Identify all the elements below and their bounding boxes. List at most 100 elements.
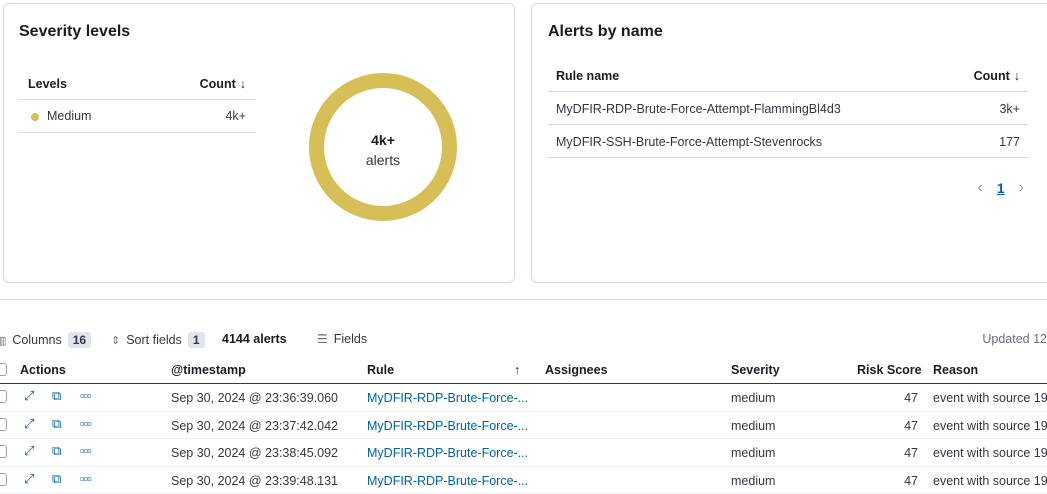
risk-score-cell: 47 bbox=[902, 446, 918, 460]
grid-header-row: Actions @timestamp Rule ↑ Assignees Seve… bbox=[0, 358, 1047, 384]
expand-icon[interactable]: ⤢ bbox=[24, 416, 34, 432]
severity-cell: medium bbox=[731, 474, 775, 488]
columns-count-badge: 16 bbox=[68, 332, 91, 348]
timestamp-cell: Sep 30, 2024 @ 23:37:42.042 bbox=[171, 419, 338, 433]
page-1-link[interactable]: 1 bbox=[997, 180, 1005, 196]
rule-row[interactable]: MyDFIR-RDP-Brute-Force-Attempt-FlammingB… bbox=[548, 92, 1028, 125]
risk-score-cell: 47 bbox=[902, 474, 918, 488]
fields-icon: ☰ bbox=[317, 332, 328, 346]
medium-severity-dot-icon bbox=[31, 113, 39, 121]
rule-link[interactable]: MyDFIR-RDP-Brute-Force-... bbox=[367, 391, 528, 405]
sort-icon: ⇕ bbox=[111, 334, 120, 347]
reason-column-header[interactable]: Reason bbox=[933, 363, 978, 377]
alerts-by-name-panel: Alerts by name Rule name Count ↓ MyDFIR-R… bbox=[531, 3, 1047, 283]
severity-table: Levels Count ↓ Medium 4k+ bbox=[18, 66, 256, 133]
donut-total-value: 4k+ bbox=[324, 132, 442, 148]
severity-count-value: 4k+ bbox=[225, 109, 246, 123]
assignees-column-header[interactable]: Assignees bbox=[545, 363, 608, 377]
donut-total-label: alerts bbox=[324, 152, 442, 168]
chevron-right-icon[interactable]: › bbox=[1019, 179, 1024, 197]
rule-name-column-header[interactable]: Rule name bbox=[556, 69, 619, 83]
risk-score-cell: 47 bbox=[902, 419, 918, 433]
sort-fields-button[interactable]: ⇕ Sort fields 1 bbox=[111, 332, 205, 348]
count-header-label: Count bbox=[200, 77, 236, 91]
table-row[interactable]: ⤢ ⧉ ▫▫▫ Sep 30, 2024 @ 23:36:39.060 MyDF… bbox=[0, 384, 1047, 412]
levels-column-header[interactable]: Levels bbox=[28, 77, 67, 91]
section-divider bbox=[0, 299, 1047, 300]
rule-count-cell: 3k+ bbox=[999, 102, 1020, 116]
rule-count-column-header[interactable]: Count ↓ bbox=[974, 69, 1020, 83]
updated-timestamp: Updated 12 bbox=[982, 332, 1047, 346]
select-all-checkbox[interactable] bbox=[0, 363, 7, 376]
severity-level-label: Medium bbox=[47, 109, 91, 123]
severity-cell: medium bbox=[731, 446, 775, 460]
rule-name-cell: MyDFIR-SSH-Brute-Force-Attempt-Stevenroc… bbox=[556, 135, 822, 149]
sort-up-icon[interactable]: ↑ bbox=[514, 363, 520, 377]
reason-cell: event with source 19 bbox=[933, 419, 1047, 433]
reason-cell: event with source 19 bbox=[933, 391, 1047, 405]
columns-button[interactable]: ▥ Columns 16 bbox=[0, 332, 91, 348]
table-row[interactable]: ⤢ ⧉ ▫▫▫ Sep 30, 2024 @ 23:38:45.092 MyDF… bbox=[0, 439, 1047, 467]
alerts-by-name-title: Alerts by name bbox=[548, 23, 663, 41]
analyze-tree-icon[interactable]: ⧉ bbox=[52, 471, 61, 487]
alerts-grid: Actions @timestamp Rule ↑ Assignees Seve… bbox=[0, 358, 1047, 494]
alerts-by-name-table: Rule name Count ↓ MyDFIR-RDP-Brute-Force-… bbox=[548, 56, 1028, 158]
alerts-count: 4144 alerts bbox=[222, 332, 287, 346]
severity-row-medium[interactable]: Medium 4k+ bbox=[18, 100, 256, 133]
expand-icon[interactable]: ⤢ bbox=[24, 443, 34, 459]
rule-name-cell: MyDFIR-RDP-Brute-Force-Attempt-FlammingB… bbox=[556, 102, 841, 116]
table-row[interactable]: ⤢ ⧉ ▫▫▫ Sep 30, 2024 @ 23:37:42.042 MyDF… bbox=[0, 412, 1047, 440]
rule-count-header-label: Count bbox=[974, 69, 1010, 83]
alerts-count-label: 4144 alerts bbox=[222, 332, 287, 346]
severity-donut-chart[interactable]: 4k+ alerts bbox=[309, 73, 457, 221]
analyze-tree-icon[interactable]: ⧉ bbox=[52, 416, 61, 432]
row-checkbox[interactable] bbox=[0, 473, 7, 486]
timestamp-cell: Sep 30, 2024 @ 23:38:45.092 bbox=[171, 446, 338, 460]
reason-cell: event with source 19 bbox=[933, 474, 1047, 488]
actions-column-header: Actions bbox=[20, 363, 66, 377]
count-column-header[interactable]: Count ↓ bbox=[200, 77, 246, 91]
rule-row[interactable]: MyDFIR-SSH-Brute-Force-Attempt-Stevenroc… bbox=[548, 125, 1028, 158]
fields-button[interactable]: ☰ Fields bbox=[317, 332, 367, 346]
rule-link[interactable]: MyDFIR-RDP-Brute-Force-... bbox=[367, 474, 528, 488]
pagination: ‹ 1 › bbox=[978, 179, 1024, 197]
more-actions-icon[interactable]: ▫▫▫ bbox=[80, 388, 91, 403]
severity-cell: medium bbox=[731, 391, 775, 405]
columns-icon: ▥ bbox=[0, 334, 6, 347]
severity-column-header[interactable]: Severity bbox=[731, 363, 780, 377]
severity-table-header: Levels Count ↓ bbox=[18, 66, 256, 100]
rule-column-header[interactable]: Rule bbox=[367, 363, 394, 377]
expand-icon[interactable]: ⤢ bbox=[24, 388, 34, 404]
sort-count-badge: 1 bbox=[188, 332, 205, 348]
severity-levels-title: Severity levels bbox=[19, 23, 130, 41]
timestamp-column-header[interactable]: @timestamp bbox=[171, 363, 246, 377]
severity-levels-panel: Severity levels Levels Count ↓ Medium 4k+… bbox=[3, 3, 515, 283]
sort-down-icon: ↓ bbox=[1014, 69, 1020, 83]
rule-link[interactable]: MyDFIR-RDP-Brute-Force-... bbox=[367, 419, 528, 433]
row-checkbox[interactable] bbox=[0, 418, 7, 431]
reason-cell: event with source 19 bbox=[933, 446, 1047, 460]
sort-fields-label: Sort fields bbox=[126, 333, 182, 347]
timestamp-cell: Sep 30, 2024 @ 23:39:48.131 bbox=[171, 474, 338, 488]
row-checkbox[interactable] bbox=[0, 390, 7, 403]
fields-label: Fields bbox=[334, 332, 367, 346]
more-actions-icon[interactable]: ▫▫▫ bbox=[80, 471, 91, 486]
severity-cell: medium bbox=[731, 419, 775, 433]
rule-count-cell: 177 bbox=[999, 135, 1020, 149]
alerts-by-name-header: Rule name Count ↓ bbox=[548, 56, 1028, 92]
expand-icon[interactable]: ⤢ bbox=[24, 471, 34, 487]
analyze-tree-icon[interactable]: ⧉ bbox=[52, 443, 61, 459]
risk-score-cell: 47 bbox=[902, 391, 918, 405]
more-actions-icon[interactable]: ▫▫▫ bbox=[80, 443, 91, 458]
more-actions-icon[interactable]: ▫▫▫ bbox=[80, 416, 91, 431]
row-checkbox[interactable] bbox=[0, 445, 7, 458]
sort-down-icon: ↓ bbox=[240, 77, 246, 91]
rule-link[interactable]: MyDFIR-RDP-Brute-Force-... bbox=[367, 446, 528, 460]
columns-label: Columns bbox=[12, 333, 61, 347]
alerts-table-toolbar: ▥ Columns 16 ⇕ Sort fields 1 4144 alerts… bbox=[0, 330, 1047, 350]
risk-score-column-header[interactable]: Risk Score bbox=[857, 363, 922, 377]
chevron-left-icon[interactable]: ‹ bbox=[978, 179, 983, 197]
analyze-tree-icon[interactable]: ⧉ bbox=[52, 388, 61, 404]
table-row[interactable]: ⤢ ⧉ ▫▫▫ Sep 30, 2024 @ 23:39:48.131 MyDF… bbox=[0, 467, 1047, 494]
timestamp-cell: Sep 30, 2024 @ 23:36:39.060 bbox=[171, 391, 338, 405]
